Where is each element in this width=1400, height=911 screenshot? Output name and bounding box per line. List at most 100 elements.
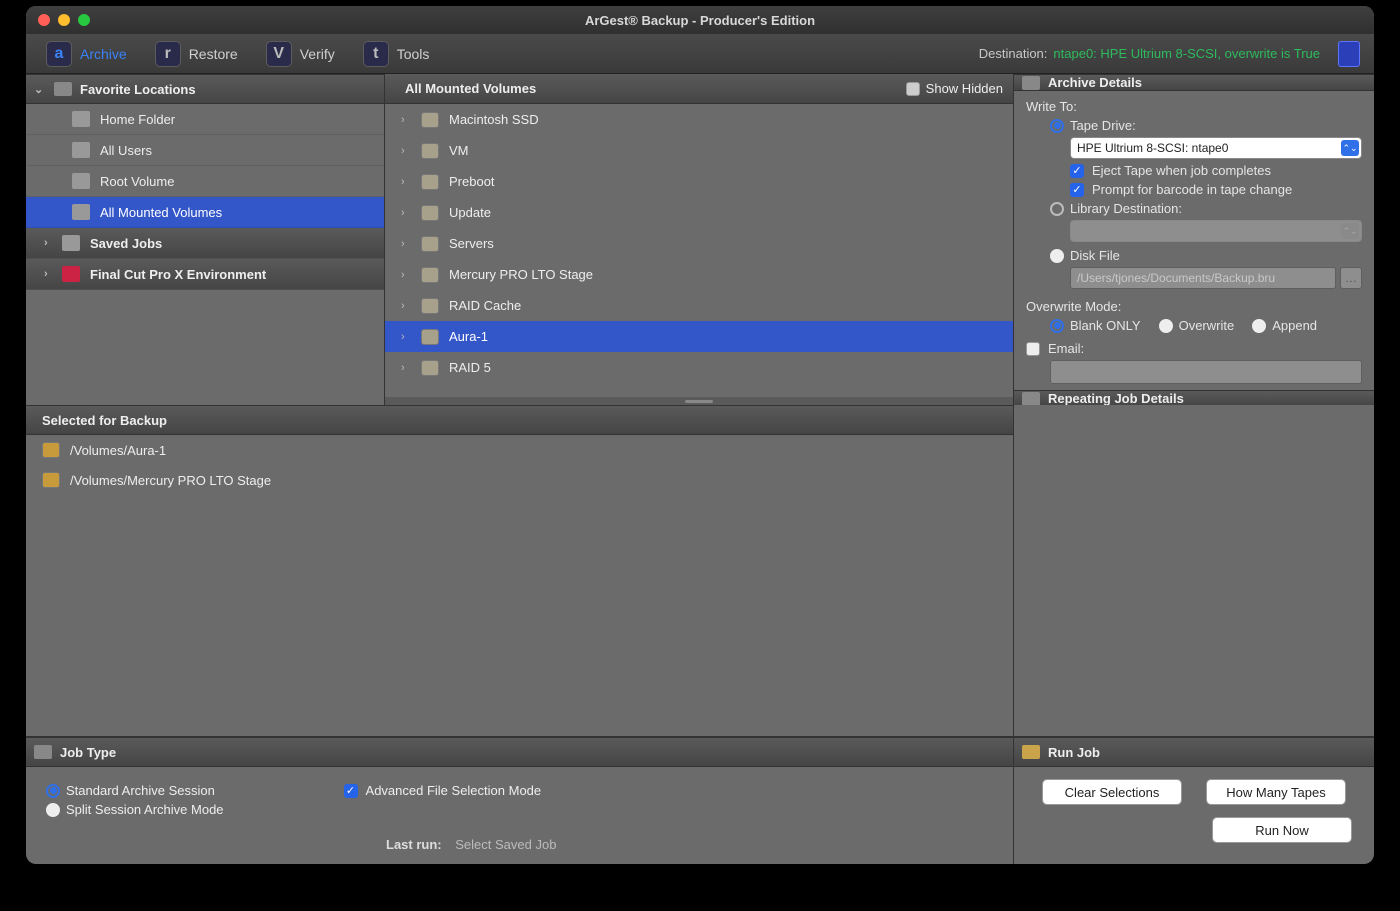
job-type-header: Job Type [26, 737, 1013, 767]
selected-path: /Volumes/Mercury PRO LTO Stage [70, 473, 271, 488]
tape-icon[interactable] [1338, 41, 1360, 67]
sidebar-item-home-folder[interactable]: Home Folder [26, 104, 384, 135]
sidebar-item-root-volume[interactable]: Root Volume [26, 166, 384, 197]
volume-label: Macintosh SSD [449, 112, 539, 127]
advanced-mode-checkbox[interactable]: ✓ Advanced File Selection Mode [344, 783, 542, 798]
email-field[interactable] [1050, 360, 1362, 384]
fcpx-section[interactable]: › Final Cut Pro X Environment [26, 259, 384, 290]
drive-icon [421, 360, 439, 376]
eject-label: Eject Tape when job completes [1092, 163, 1271, 178]
sidebar-item-all-users[interactable]: All Users [26, 135, 384, 166]
volume-row[interactable]: ›RAID 5 [385, 352, 1013, 383]
selected-path: /Volumes/Aura-1 [70, 443, 166, 458]
volume-row[interactable]: ›VM [385, 135, 1013, 166]
overwrite-radio[interactable]: Overwrite [1159, 318, 1235, 333]
clear-selections-button[interactable]: Clear Selections [1042, 779, 1182, 805]
library-dest-select: ⌃⌄ [1070, 220, 1362, 242]
checkbox-checked-icon: ✓ [344, 784, 358, 798]
split-session-radio[interactable]: Split Session Archive Mode [46, 802, 224, 817]
fcpx-icon [62, 266, 80, 282]
checkbox-checked-icon: ✓ [1070, 164, 1084, 178]
sidebar-item-label: Root Volume [100, 174, 174, 189]
destination-display: Destination: ntape0: HPE Ultrium 8-SCSI,… [979, 41, 1368, 67]
sidebar-item-label: All Mounted Volumes [100, 205, 222, 220]
advanced-mode-label: Advanced File Selection Mode [366, 783, 542, 798]
show-hidden-toggle[interactable]: Show Hidden [906, 81, 1003, 96]
chevron-right-icon: › [401, 362, 411, 374]
volume-label: Mercury PRO LTO Stage [449, 267, 593, 282]
blank-only-radio[interactable]: Blank ONLY [1050, 318, 1141, 333]
volume-label: Preboot [449, 174, 495, 189]
browse-button[interactable]: … [1340, 267, 1362, 289]
archive-tab[interactable]: a Archive [32, 37, 141, 71]
chevron-right-icon: › [401, 207, 411, 219]
verify-icon: V [266, 41, 292, 67]
disk-file-radio[interactable]: Disk File [1026, 248, 1362, 263]
checkbox-checked-icon: ✓ [1070, 183, 1084, 197]
radio-on-icon [46, 784, 60, 798]
repeating-icon [1022, 392, 1040, 406]
selected-item[interactable]: /Volumes/Aura-1 [26, 435, 1013, 465]
saved-jobs-section[interactable]: › Saved Jobs [26, 228, 384, 259]
archive-icon: a [46, 41, 72, 67]
folder-icon [72, 142, 90, 158]
fcpx-label: Final Cut Pro X Environment [90, 267, 266, 282]
chevron-right-icon: › [44, 237, 52, 249]
titlebar: ArGest® Backup - Producer's Edition [26, 6, 1374, 34]
job-type-title: Job Type [60, 745, 116, 760]
window-title: ArGest® Backup - Producer's Edition [26, 13, 1374, 28]
verify-label: Verify [300, 46, 335, 62]
volume-row[interactable]: ›Servers [385, 228, 1013, 259]
dropdown-icon: ⌃⌄ [1341, 140, 1359, 156]
radio-off-icon [1050, 249, 1064, 263]
library-dest-radio[interactable]: Library Destination: [1026, 201, 1362, 216]
drive-icon [421, 205, 439, 221]
left-sidebar: ⌄ Favorite Locations Home FolderAll User… [26, 74, 384, 405]
disk-file-path-value: /Users/tjones/Documents/Backup.bru [1077, 271, 1275, 285]
run-now-button[interactable]: Run Now [1212, 817, 1352, 843]
chevron-right-icon: › [401, 114, 411, 126]
restore-icon: r [155, 41, 181, 67]
eject-checkbox[interactable]: ✓ Eject Tape when job completes [1070, 163, 1362, 178]
tools-tab[interactable]: t Tools [349, 37, 444, 71]
favorites-header[interactable]: ⌄ Favorite Locations [26, 74, 384, 104]
disk-file-path: /Users/tjones/Documents/Backup.bru [1070, 267, 1336, 289]
selected-title: Selected for Backup [42, 413, 167, 428]
saved-jobs-label: Saved Jobs [90, 236, 162, 251]
restore-label: Restore [189, 46, 238, 62]
drive-icon [421, 236, 439, 252]
selected-pane: Selected for Backup /Volumes/Aura-1/Volu… [26, 405, 1014, 736]
volumes-title: All Mounted Volumes [405, 81, 536, 96]
tape-drive-radio[interactable]: Tape Drive: [1026, 118, 1362, 133]
tools-label: Tools [397, 46, 430, 62]
how-many-tapes-button[interactable]: How Many Tapes [1206, 779, 1346, 805]
volume-row[interactable]: ›Aura-1 [385, 321, 1013, 352]
prompt-barcode-checkbox[interactable]: ✓ Prompt for barcode in tape change [1070, 182, 1362, 197]
splitter-handle[interactable] [385, 397, 1013, 405]
folder-icon [72, 173, 90, 189]
volume-row[interactable]: ›Preboot [385, 166, 1013, 197]
volume-row[interactable]: ›Update [385, 197, 1013, 228]
restore-tab[interactable]: r Restore [141, 37, 252, 71]
volume-row[interactable]: ›Mercury PRO LTO Stage [385, 259, 1013, 290]
standard-session-radio[interactable]: Standard Archive Session [46, 783, 224, 798]
drive-icon [421, 267, 439, 283]
tape-drive-select[interactable]: HPE Ultrium 8-SCSI: ntape0 ⌃⌄ [1070, 137, 1362, 159]
tools-icon: t [363, 41, 389, 67]
selected-item[interactable]: /Volumes/Mercury PRO LTO Stage [26, 465, 1013, 495]
favorites-title: Favorite Locations [80, 82, 196, 97]
append-radio[interactable]: Append [1252, 318, 1317, 333]
write-to-label: Write To: [1026, 99, 1362, 114]
last-run-label: Last run: [386, 837, 442, 852]
library-dest-label: Library Destination: [1070, 201, 1182, 216]
sidebar-item-all-mounted-volumes[interactable]: All Mounted Volumes [26, 197, 384, 228]
email-checkbox[interactable]: Email: [1026, 341, 1362, 356]
app-window: ArGest® Backup - Producer's Edition a Ar… [26, 6, 1374, 864]
verify-tab[interactable]: V Verify [252, 37, 349, 71]
volume-row[interactable]: › Macintosh SSD [385, 104, 1013, 135]
volume-row[interactable]: ›RAID Cache [385, 290, 1013, 321]
run-job-title: Run Job [1048, 745, 1100, 760]
destination-label: Destination: [979, 46, 1048, 61]
jobtype-icon [34, 745, 52, 759]
selected-header: Selected for Backup [26, 405, 1013, 435]
